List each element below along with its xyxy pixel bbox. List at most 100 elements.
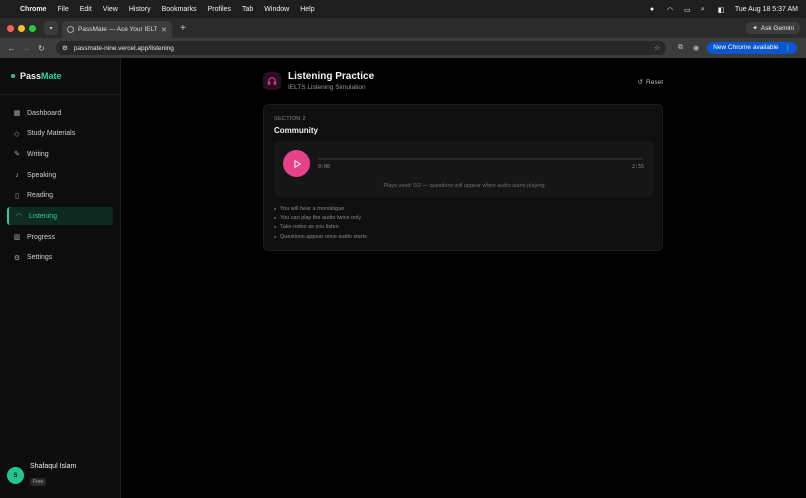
sparkle-icon: ✦: [752, 25, 758, 32]
sidebar: Pass Mate ▦ Dashboard ◇ Study Materials …: [0, 58, 121, 498]
bullet-icon: [274, 217, 276, 220]
menu-file[interactable]: File: [57, 6, 68, 13]
menu-tab[interactable]: Tab: [242, 6, 253, 13]
sidebar-item-label: Dashboard: [27, 109, 62, 117]
list-item: Questions appear once audio starts: [274, 234, 367, 240]
kebab-menu-icon[interactable]: ⋮: [785, 44, 792, 52]
brand-logo[interactable]: Pass Mate: [0, 58, 120, 95]
book-icon: ▯: [15, 192, 19, 200]
avatar: S: [7, 467, 24, 484]
sidebar-item-label: Reading: [27, 192, 54, 200]
battery-icon[interactable]: ▭: [684, 6, 692, 14]
current-time: 0:00: [318, 164, 331, 170]
audio-player: 0:00 2:55 Plays used: 0/2 — questions wi…: [274, 141, 654, 197]
grid-icon: ▦: [13, 110, 21, 117]
plays-used-note: Plays used: 0/2 — questions will appear …: [383, 183, 545, 189]
menu-profiles[interactable]: Profiles: [208, 6, 231, 13]
macos-menu-bar: Chrome File Edit View History Bookmarks …: [0, 0, 806, 18]
sidebar-item-dashboard[interactable]: ▦ Dashboard: [7, 104, 113, 122]
control-center-icon[interactable]: ◧: [718, 6, 726, 14]
maximize-window-button[interactable]: [29, 24, 36, 32]
headphones-icon: [263, 72, 281, 90]
menu-history[interactable]: History: [129, 6, 151, 13]
sidebar-item-label: Listening: [29, 212, 58, 220]
sidebar-item-label: Writing: [27, 150, 49, 158]
section-label: SECTION 2: [274, 116, 306, 122]
menu-bookmarks[interactable]: Bookmarks: [162, 6, 197, 13]
status-record-icon[interactable]: ●: [650, 6, 658, 13]
headphones-icon: ◠: [15, 213, 23, 221]
sidebar-item-reading[interactable]: ▯ Reading: [7, 187, 113, 205]
sidebar-item-label: Study Materials: [27, 130, 76, 138]
rotate-ccw-icon: ↺: [637, 79, 644, 86]
instructions-list: You will hear a monologue You can play t…: [274, 206, 367, 243]
page-title: Listening Practice: [288, 71, 375, 82]
sidebar-item-writing[interactable]: ✎ Writing: [7, 145, 113, 163]
close-tab-icon[interactable]: ✕: [161, 26, 167, 34]
user-profile[interactable]: S Shafaqul Islam Free: [7, 463, 76, 488]
sidebar-item-listening[interactable]: ◠ Listening: [7, 207, 113, 226]
address-bar[interactable]: ⚙ passmate-nine.vercel.app/listening ☆: [56, 41, 666, 55]
app-root: Pass Mate ▦ Dashboard ◇ Study Materials …: [0, 58, 806, 498]
audio-progress-track[interactable]: [318, 158, 643, 160]
main-content: Listening Practice IELTS Listening Simul…: [121, 58, 806, 498]
browser-toolbar: ← → ↻ ⚙ passmate-nine.vercel.app/listeni…: [0, 38, 806, 58]
menu-view[interactable]: View: [103, 6, 118, 13]
wifi-icon[interactable]: ◠: [667, 6, 675, 14]
reset-label: Reset: [646, 78, 663, 86]
sidebar-nav: ▦ Dashboard ◇ Study Materials ✎ Writing …: [0, 95, 120, 267]
brand-dot-icon: [11, 74, 15, 78]
graduation-cap-icon: ◇: [14, 130, 20, 138]
list-item: You will hear a monologue: [274, 206, 367, 212]
reset-button[interactable]: ↺ Reset: [637, 78, 663, 87]
forward-button[interactable]: →: [20, 44, 33, 53]
ask-gemini-label: Ask Gemini: [760, 24, 794, 32]
page-header: Listening Practice IELTS Listening Simul…: [263, 70, 663, 96]
instruction-text: You will hear a monologue: [280, 206, 345, 212]
reload-button[interactable]: ↻: [35, 44, 48, 53]
sidebar-item-speaking[interactable]: ♪ Speaking: [7, 166, 113, 184]
play-button[interactable]: [283, 150, 310, 177]
new-chrome-available-button[interactable]: New Chrome available ⋮: [707, 42, 797, 54]
sidebar-item-label: Progress: [27, 233, 56, 241]
site-info-icon[interactable]: ⚙: [62, 44, 68, 52]
minimize-window-button[interactable]: [18, 24, 25, 32]
instruction-text: You can play the audio twice only: [280, 215, 362, 222]
new-chrome-label: New Chrome available: [713, 44, 779, 51]
back-button[interactable]: ←: [5, 44, 18, 53]
mic-icon: ♪: [15, 171, 19, 179]
sidebar-item-label: Settings: [27, 254, 53, 262]
bookmark-star-icon[interactable]: ☆: [654, 44, 660, 52]
menu-edit[interactable]: Edit: [80, 6, 92, 13]
browser-tab-active[interactable]: PassMate — Ace Your IELTS ✕: [62, 21, 172, 38]
play-icon: [293, 159, 301, 168]
window-controls: [7, 24, 36, 32]
sidebar-item-label: Speaking: [27, 171, 57, 179]
sidebar-item-progress[interactable]: ▥ Progress: [7, 228, 113, 246]
list-item: You can play the audio twice only: [274, 215, 367, 221]
menu-datetime[interactable]: Tue Aug 18 5:37 AM: [735, 6, 798, 13]
chevron-down-icon: ▾: [49, 25, 53, 32]
new-tab-button[interactable]: +: [180, 23, 186, 34]
brand-pass: Pass: [20, 71, 42, 81]
listening-section-card: SECTION 2 Community 0:00 2:55 Plays used…: [263, 104, 663, 251]
browser-tab-strip: ▾ PassMate — Ace Your IELTS ✕ + ✦ Ask Ge…: [0, 18, 806, 38]
menu-chrome[interactable]: Chrome: [20, 6, 46, 13]
menu-help[interactable]: Help: [300, 6, 314, 13]
section-title: Community: [274, 126, 318, 135]
bullet-icon: [274, 208, 276, 210]
profile-icon[interactable]: ◉: [693, 44, 699, 52]
audio-duration: 2:55: [631, 164, 644, 170]
menu-window[interactable]: Window: [264, 6, 289, 13]
bullet-icon: [274, 235, 276, 238]
sidebar-item-study-materials[interactable]: ◇ Study Materials: [7, 125, 113, 143]
tab-search-button[interactable]: ▾: [44, 21, 58, 35]
list-item: Take notes as you listen: [274, 224, 367, 230]
search-icon[interactable]: ⌕: [701, 6, 709, 13]
close-window-button[interactable]: [7, 24, 14, 32]
bullet-icon: [274, 226, 276, 229]
sidebar-item-settings[interactable]: ⚙ Settings: [7, 249, 113, 267]
globe-icon: [67, 26, 74, 33]
ask-gemini-button[interactable]: ✦ Ask Gemini: [746, 22, 800, 34]
extensions-icon[interactable]: ⧉: [678, 44, 683, 52]
